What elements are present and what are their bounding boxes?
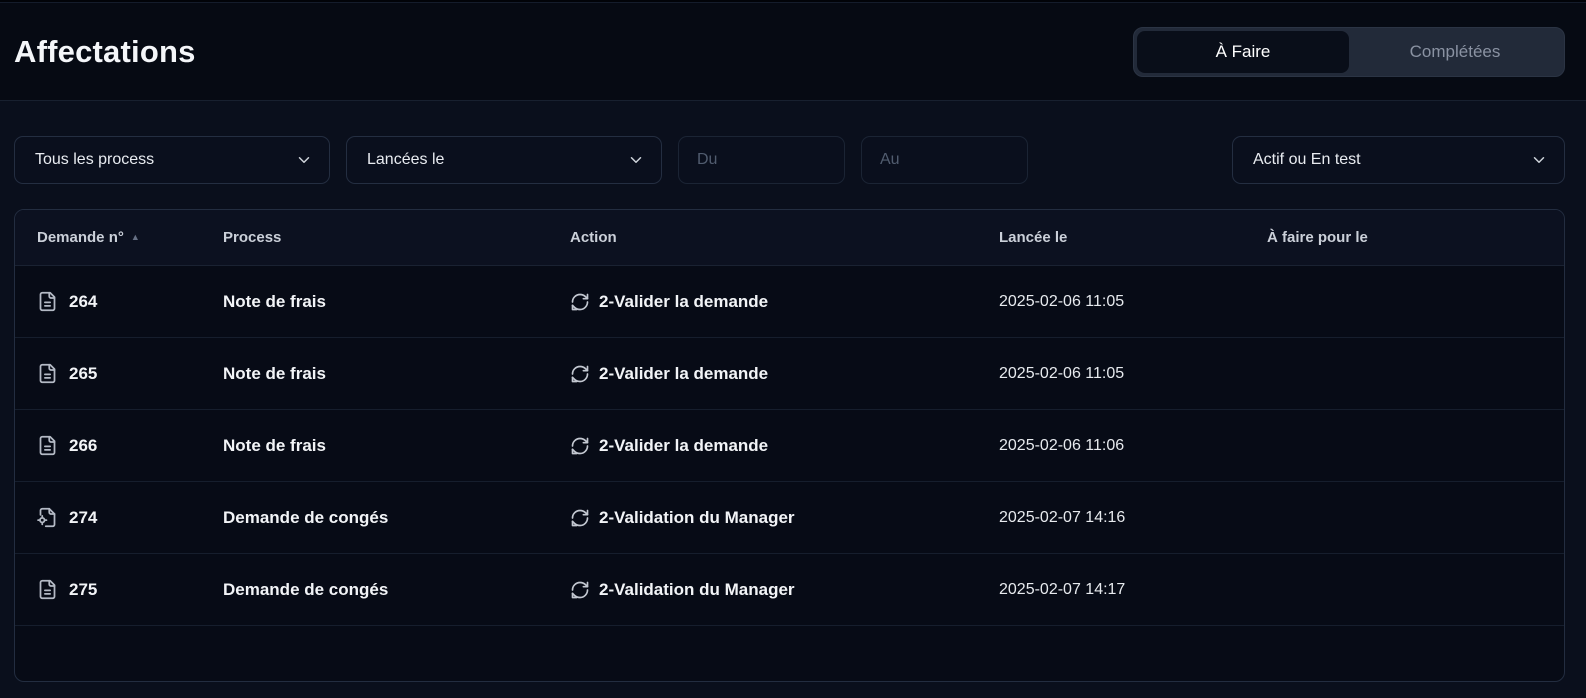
date-to-input[interactable] <box>861 136 1028 184</box>
chevron-down-icon <box>630 157 642 163</box>
request-number: 275 <box>69 579 98 599</box>
refresh-icon <box>570 580 590 600</box>
tab-a-faire[interactable]: À Faire <box>1137 30 1349 73</box>
chevron-down-icon <box>1533 157 1545 163</box>
request-number: 274 <box>69 507 98 527</box>
file-text-icon <box>37 291 58 312</box>
refresh-icon <box>570 508 590 528</box>
table-row[interactable]: 265 Note de frais 2-Valider la demande 2… <box>15 338 1564 410</box>
column-header-demande[interactable]: Demande n° ▲ <box>37 229 223 246</box>
launched-date: 2025-02-06 11:05 <box>999 364 1125 382</box>
refresh-icon <box>570 364 590 384</box>
table-row[interactable]: 264 Note de frais 2-Valider la demande 2… <box>15 266 1564 338</box>
file-text-icon <box>37 579 58 600</box>
process-filter-value: Tous les process <box>35 151 155 168</box>
request-number: 265 <box>69 363 98 383</box>
process-name: Note de frais <box>223 435 326 455</box>
table-body: 264 Note de frais 2-Valider la demande 2… <box>15 266 1564 626</box>
column-header-action[interactable]: Action <box>570 229 999 246</box>
date-from-input[interactable] <box>678 136 845 184</box>
launched-filter-select[interactable]: Lancées le <box>346 136 662 184</box>
launched-date: 2025-02-07 14:17 <box>999 580 1126 598</box>
status-filter-value: Actif ou En test <box>1253 151 1361 168</box>
file-text-icon <box>37 435 58 456</box>
filter-bar: Tous les process Lancées le Actif ou En … <box>14 136 1565 184</box>
request-number: 264 <box>69 291 98 311</box>
action-label: 2-Valider la demande <box>599 363 769 383</box>
launched-filter-value: Lancées le <box>367 151 445 168</box>
launched-date: 2025-02-06 11:05 <box>999 292 1125 310</box>
action-label: 2-Validation du Manager <box>599 579 795 599</box>
column-header-process[interactable]: Process <box>223 229 570 246</box>
process-name: Note de frais <box>223 291 326 311</box>
assignments-table: Demande n° ▲ Process Action Lancée le À … <box>14 209 1565 682</box>
file-text-icon <box>37 363 58 384</box>
action-label: 2-Valider la demande <box>599 435 769 455</box>
process-name: Note de frais <box>223 363 326 383</box>
refresh-icon <box>570 292 590 312</box>
process-name: Demande de congés <box>223 507 389 527</box>
column-header-lancee-le[interactable]: Lancée le <box>999 229 1267 246</box>
table-header-row: Demande n° ▲ Process Action Lancée le À … <box>15 210 1564 266</box>
table-row[interactable]: 275 Demande de congés 2-Validation du Ma… <box>15 554 1564 626</box>
page-title: Affectations <box>14 33 196 69</box>
table-row[interactable]: 266 Note de frais 2-Valider la demande 2… <box>15 410 1564 482</box>
request-number: 266 <box>69 435 98 455</box>
page-header: Affectations À Faire Complétées <box>0 3 1586 101</box>
launched-date: 2025-02-06 11:06 <box>999 436 1125 454</box>
action-label: 2-Valider la demande <box>599 291 769 311</box>
file-cog-icon <box>37 507 58 528</box>
chevron-down-icon <box>298 157 310 163</box>
tab-completees[interactable]: Complétées <box>1349 31 1561 73</box>
todo-completed-toggle: À Faire Complétées <box>1133 26 1565 77</box>
refresh-icon <box>570 436 590 456</box>
column-header-a-faire-pour-le[interactable]: À faire pour le <box>1267 229 1564 246</box>
status-filter-select[interactable]: Actif ou En test <box>1232 136 1565 184</box>
process-name: Demande de congés <box>223 579 389 599</box>
sort-asc-icon: ▲ <box>130 232 140 242</box>
launched-date: 2025-02-07 14:16 <box>999 508 1126 526</box>
action-label: 2-Validation du Manager <box>599 507 795 527</box>
table-row[interactable]: 274 Demande de congés 2-Validation du Ma… <box>15 482 1564 554</box>
process-filter-select[interactable]: Tous les process <box>14 136 330 184</box>
table-footer-space <box>15 626 1564 681</box>
